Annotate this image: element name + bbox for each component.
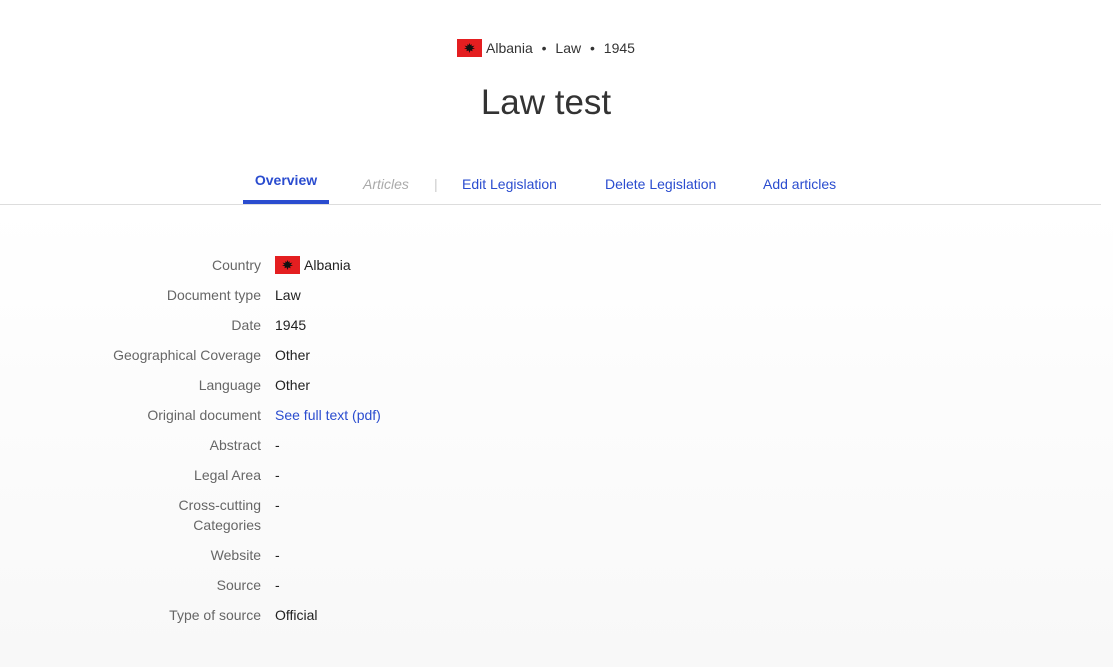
page-header: Albania • Law • 1945 Law test Overview A… xyxy=(0,0,1113,205)
detail-label: Language xyxy=(198,377,261,393)
detail-row-original-document: Original document See full text (pdf) xyxy=(0,405,1100,435)
tab-overview-label: Overview xyxy=(254,172,318,188)
detail-value: - xyxy=(275,467,280,483)
detail-row-date: Date 1945 xyxy=(0,315,1100,345)
detail-row-geo-coverage: Geographical Coverage Other xyxy=(0,345,1100,375)
add-articles-link[interactable]: Add articles xyxy=(763,166,836,204)
detail-value: - xyxy=(275,497,280,513)
detail-row-abstract: Abstract - xyxy=(0,435,1100,465)
meta-year: 1945 xyxy=(603,40,635,56)
detail-label: Country xyxy=(211,257,261,273)
details-panel: Country Albania Document type Law Date 1… xyxy=(0,205,1113,667)
delete-legislation-link[interactable]: Delete Legislation xyxy=(605,166,716,204)
detail-value: Other xyxy=(275,377,311,393)
detail-label: Geographical Coverage xyxy=(113,347,261,363)
detail-label: Abstract xyxy=(209,437,261,453)
meta-country: Albania xyxy=(486,40,533,56)
detail-value: See full text (pdf) xyxy=(275,405,381,425)
detail-value: Official xyxy=(275,607,318,623)
detail-label: Website xyxy=(210,547,261,563)
detail-value: - xyxy=(275,547,280,563)
detail-row-document-type: Document type Law xyxy=(0,285,1100,315)
tab-overview[interactable]: Overview xyxy=(243,162,329,200)
albania-flag-icon xyxy=(457,39,483,57)
detail-label-line: Categories xyxy=(193,517,261,533)
detail-row-cross-cutting: Cross-cutting Categories - xyxy=(0,495,1100,545)
detail-label: Original document xyxy=(147,407,261,423)
detail-row-source: Source - xyxy=(0,575,1100,605)
detail-value: - xyxy=(275,577,280,593)
detail-label: Type of source xyxy=(169,607,261,623)
detail-label: Date xyxy=(231,317,261,333)
detail-value: 1945 xyxy=(275,317,307,333)
detail-label-line: Cross-cutting xyxy=(178,497,261,513)
tab-articles: Articles xyxy=(363,176,409,192)
meta-separator: • xyxy=(541,40,547,56)
detail-value: Other xyxy=(275,347,311,363)
detail-row-country: Country Albania xyxy=(0,255,1100,285)
eagle-icon xyxy=(464,43,476,53)
detail-value: Law xyxy=(275,287,301,303)
detail-list: Country Albania Document type Law Date 1… xyxy=(0,255,1100,635)
document-meta: Albania • Law • 1945 xyxy=(0,38,1092,58)
detail-label: Legal Area xyxy=(194,467,261,483)
eagle-icon xyxy=(282,260,293,270)
meta-separator: • xyxy=(590,40,595,56)
detail-row-type-of-source: Type of source Official xyxy=(0,605,1100,635)
detail-value: - xyxy=(275,437,280,453)
detail-label: Source xyxy=(216,577,261,593)
detail-label: Cross-cutting Categories xyxy=(60,495,261,535)
detail-row-language: Language Other xyxy=(0,375,1100,405)
detail-value-country: Albania xyxy=(275,255,351,275)
detail-row-website: Website - xyxy=(0,545,1100,575)
albania-flag-icon xyxy=(275,256,300,274)
detail-label: Document type xyxy=(166,287,261,303)
meta-doc-type: Law xyxy=(555,40,582,56)
tab-divider: | xyxy=(434,176,438,192)
page-title: Law test xyxy=(480,83,612,122)
detail-row-legal-area: Legal Area - xyxy=(0,465,1100,495)
full-text-pdf-link[interactable]: See full text (pdf) xyxy=(275,407,381,423)
country-name: Albania xyxy=(304,257,351,273)
edit-legislation-link[interactable]: Edit Legislation xyxy=(462,166,557,204)
